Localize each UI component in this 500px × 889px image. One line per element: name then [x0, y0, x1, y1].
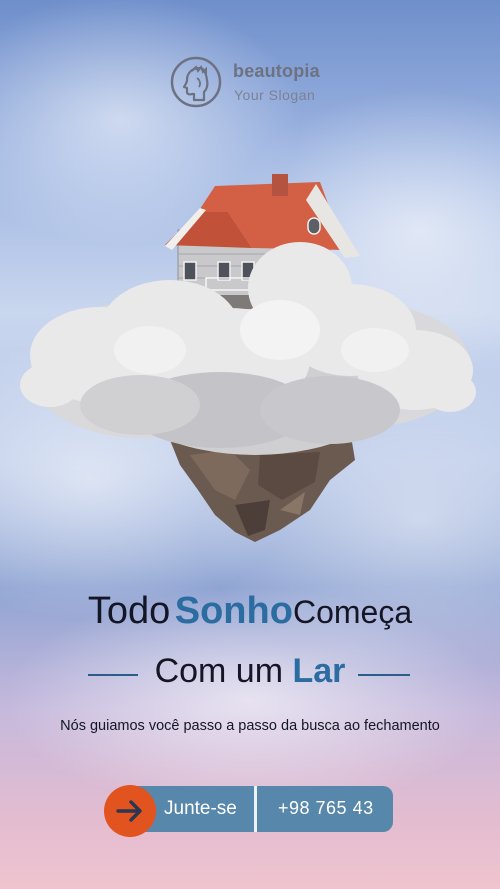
phone-number-link[interactable]: +98 765 43 [278, 798, 374, 819]
cta-divider [254, 786, 257, 832]
headline-com-um: Com um [154, 652, 284, 690]
tagline: Nós guiamos você passo a passo da busca … [60, 718, 440, 734]
decorative-rule-right [358, 674, 410, 676]
cta-arrow-button[interactable] [104, 785, 156, 837]
brand-name: beautopia [233, 61, 320, 81]
floating-house-illustration [20, 174, 476, 542]
headline-accent-lar: Lar [292, 652, 346, 690]
cta-bar: Junte-se +98 765 43 [104, 785, 394, 837]
headline-accent-sonho: Sonho [174, 590, 293, 632]
join-button[interactable]: Junte-se [164, 798, 237, 820]
headline-word-comeca: Começa [292, 594, 413, 630]
logo-head-icon [170, 56, 222, 108]
arrow-right-icon [116, 800, 142, 822]
headline-line-2-text: Com um Lar [0, 652, 500, 691]
brand-logo: beautopia Your Slogan [170, 56, 340, 112]
brand-slogan: Your Slogan [234, 87, 316, 103]
headline-word-todo: Todo [87, 590, 171, 632]
headline-line-1: Todo SonhoComeça [0, 590, 500, 633]
headline-line-2: Com um Lar [0, 652, 500, 696]
